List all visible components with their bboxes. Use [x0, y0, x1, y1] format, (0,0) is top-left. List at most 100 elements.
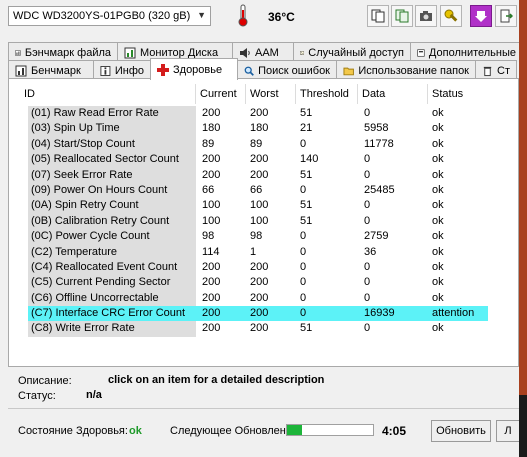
cell-threshold: 21: [300, 122, 313, 135]
tab-file-benchmark[interactable]: Бэнчмарк файла: [8, 42, 118, 62]
copy-icon: [371, 9, 385, 23]
table-row[interactable]: (09) Power On Hours Count 66 66 0 25485 ok: [28, 182, 488, 199]
table-row[interactable]: (03) Spin Up Time 180 180 21 5958 ok: [28, 121, 488, 137]
table-row[interactable]: (0A) Spin Retry Count 100 100 51 0 ok: [28, 198, 488, 214]
cell-current: 200: [202, 107, 221, 119]
cell-id: (03) Spin Up Time: [28, 121, 196, 137]
cell-id: (C2) Temperature: [28, 244, 196, 260]
copy-all-icon: [395, 9, 409, 23]
description-value: click on an item for a detailed descript…: [108, 374, 325, 386]
cell-status: ok: [432, 199, 444, 212]
column-id[interactable]: ID: [20, 84, 196, 104]
cell-id: (C5) Current Pending Sector: [28, 275, 196, 291]
cell-status: ok: [432, 322, 444, 335]
cell-status: ok: [432, 260, 444, 273]
smart-table-header: ID Current Worst Threshold Data Status: [20, 84, 488, 104]
extra-button[interactable]: Л: [496, 420, 519, 442]
table-row[interactable]: (0B) Calibration Retry Count 100 100 51 0 ok: [28, 213, 488, 230]
cell-current: 200: [202, 276, 221, 289]
cell-status: ok: [432, 122, 444, 135]
cell-data: 0: [364, 291, 371, 304]
column-threshold[interactable]: Threshold: [296, 84, 358, 104]
cell-id: (05) Reallocated Sector Count: [28, 152, 196, 168]
cell-id: (0C) Power Cycle Count: [28, 229, 196, 245]
cell-status: ok: [432, 276, 444, 289]
table-row[interactable]: (C4) Reallocated Event Count 200 200 0 0 ok: [28, 259, 488, 276]
cell-id: (0B) Calibration Retry Count: [28, 213, 196, 230]
cell-status: ok: [432, 107, 444, 119]
table-row[interactable]: (05) Reallocated Sector Count 200 200 140 0 o…: [28, 152, 488, 168]
camera-icon: [420, 11, 432, 21]
cell-status: ok: [432, 168, 444, 181]
cell-current: 200: [202, 168, 221, 181]
tab-info[interactable]: Инфо: [93, 60, 151, 80]
tab-error-scan[interactable]: Поиск ошибок: [237, 60, 337, 80]
cell-threshold: 0: [300, 291, 307, 304]
trash-icon: [483, 66, 492, 76]
save-button[interactable]: [470, 5, 492, 27]
cell-data: 2759: [364, 230, 389, 243]
cell-worst: 100: [250, 199, 269, 212]
tab-extra[interactable]: Дополнительные: [410, 42, 523, 62]
tab-more[interactable]: Ст: [475, 60, 517, 80]
table-row[interactable]: (C5) Current Pending Sector 200 200 0 0 ok: [28, 275, 488, 291]
tab-row-2: Бенчмарк Инфо Здоровье Поиск ошибок Испо…: [8, 58, 517, 80]
table-row[interactable]: (C8) Write Error Rate 200 200 51 0 ok: [28, 321, 488, 337]
cell-data: 36: [364, 245, 377, 258]
tab-aam[interactable]: AAM: [232, 42, 294, 62]
table-row[interactable]: (0C) Power Cycle Count 98 98 0 2759 ok: [28, 229, 488, 245]
cell-worst: 200: [250, 276, 269, 289]
cell-threshold: 51: [300, 322, 313, 335]
column-current[interactable]: Current: [196, 84, 246, 104]
exit-button[interactable]: [495, 5, 517, 27]
column-status[interactable]: Status: [428, 84, 488, 104]
cell-threshold: 51: [300, 199, 313, 212]
cell-status: ok: [432, 153, 444, 166]
cell-status: ok: [432, 183, 444, 196]
cell-current: 200: [202, 291, 221, 304]
cell-data: 0: [364, 214, 371, 227]
copy-all-button[interactable]: [391, 5, 413, 27]
cell-data: 11778: [364, 137, 394, 150]
cell-data: 0: [364, 153, 371, 166]
update-progress-bar: [286, 424, 374, 436]
table-row[interactable]: (01) Raw Read Error Rate 200 200 51 0 ok: [28, 106, 488, 122]
cell-current: 66: [202, 183, 215, 196]
cell-worst: 180: [250, 122, 269, 135]
table-row[interactable]: (C7) Interface CRC Error Count 200 200 0 169…: [28, 306, 488, 322]
drive-select[interactable]: WDC WD3200YS-01PGB0 (320 gB) ▼: [8, 6, 211, 26]
status-label: Статус:: [18, 390, 56, 402]
table-row[interactable]: (C2) Temperature 114 1 0 36 ok: [28, 244, 488, 260]
description-label: Описание:: [18, 375, 72, 387]
column-data[interactable]: Data: [358, 84, 428, 104]
copy-button[interactable]: [367, 5, 389, 27]
folder-icon: [343, 67, 354, 75]
cell-status: ok: [432, 137, 444, 150]
window-edge-dark: [519, 395, 527, 457]
tab-benchmark[interactable]: Бенчмарк: [8, 60, 94, 80]
status-value: n/a: [86, 389, 102, 401]
speaker-icon: [240, 47, 250, 58]
refresh-button[interactable]: Обновить: [431, 420, 491, 442]
exit-icon: [500, 9, 513, 23]
table-row[interactable]: (C6) Offline Uncorrectable 200 200 0 0 ok: [28, 290, 488, 307]
screenshot-button[interactable]: [415, 5, 437, 27]
info-icon: [100, 65, 111, 76]
cell-worst: 200: [250, 322, 269, 335]
cell-current: 200: [202, 307, 221, 320]
health-label: Состояние Здоровья:: [18, 425, 128, 437]
cell-threshold: 51: [300, 214, 313, 227]
tab-health[interactable]: Здоровье: [150, 58, 238, 80]
table-row[interactable]: (04) Start/Stop Count 89 89 0 11778 ok: [28, 136, 488, 153]
tab-random-access[interactable]: Случайный доступ: [293, 42, 411, 62]
cell-id: (01) Raw Read Error Rate: [28, 106, 196, 122]
column-worst[interactable]: Worst: [246, 84, 296, 104]
options-button[interactable]: [440, 5, 462, 27]
tab-folder-usage[interactable]: Использование папок: [336, 60, 476, 80]
chevron-down-icon[interactable]: ▼: [197, 10, 206, 20]
cell-current: 114: [202, 245, 220, 258]
cell-threshold: 0: [300, 260, 307, 273]
cell-data: 0: [364, 107, 371, 119]
cell-worst: 1: [250, 245, 257, 258]
table-row[interactable]: (07) Seek Error Rate 200 200 51 0 ok: [28, 167, 488, 183]
